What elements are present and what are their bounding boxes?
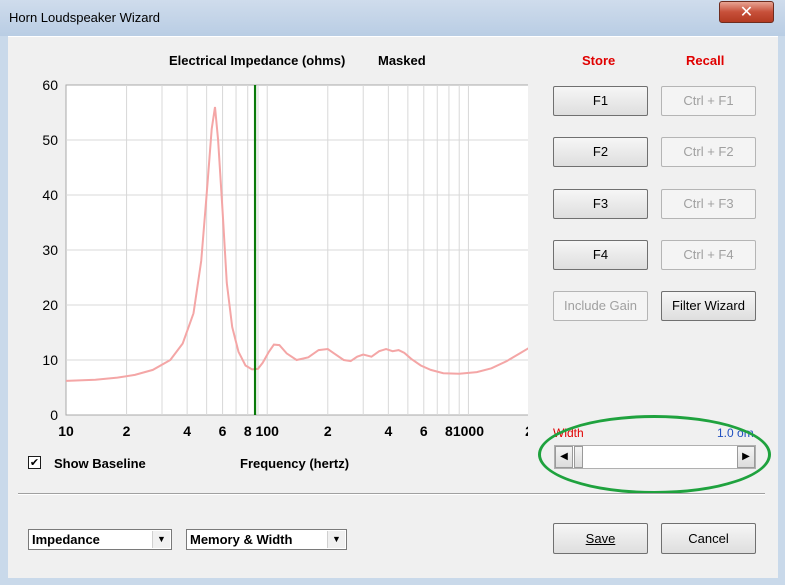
close-icon: ✕	[739, 2, 754, 21]
measure-dropdown[interactable]: Impedance ▼	[28, 529, 172, 550]
measure-dropdown-value: Impedance	[32, 532, 100, 547]
y-tick-label: 0	[50, 407, 58, 423]
x-tick-label: 1000	[453, 423, 484, 439]
recall-label: Recall	[686, 53, 725, 68]
store-f4-button[interactable]: F4	[553, 240, 648, 270]
filter-wizard-button[interactable]: Filter Wizard	[661, 291, 756, 321]
recall-f1-button[interactable]: Ctrl + F1	[661, 86, 756, 116]
x-tick-label: 2	[123, 423, 131, 439]
x-tick-label: 8	[445, 423, 453, 439]
y-tick-label: 50	[42, 132, 58, 148]
show-baseline-label[interactable]: Show Baseline	[54, 456, 146, 471]
highlight-ellipse	[538, 415, 771, 494]
separator-line	[18, 493, 765, 495]
show-baseline-checkbox[interactable]: ✔	[28, 456, 41, 469]
cancel-button[interactable]: Cancel	[661, 523, 756, 554]
x-tick-label: 100	[256, 423, 280, 439]
recall-f4-button[interactable]: Ctrl + F4	[661, 240, 756, 270]
dialog-body: Electrical Impedance (ohms) Masked 0 10 20…	[8, 37, 778, 578]
chart-title: Electrical Impedance (ohms)	[169, 53, 346, 68]
store-f1-button[interactable]: F1	[553, 86, 648, 116]
include-gain-button[interactable]: Include Gain	[553, 291, 648, 321]
y-tick-label: 60	[42, 77, 58, 93]
save-button[interactable]: Save	[553, 523, 648, 554]
window-title: Horn Loudspeaker Wizard	[9, 10, 161, 25]
x-tick-label: 6	[420, 423, 428, 439]
frequency-axis-label: Frequency (hertz)	[240, 456, 350, 471]
masked-label: Masked	[378, 53, 426, 68]
impedance-chart: 0102030405060102468100246810002	[42, 77, 528, 439]
x-tick-label: 6	[219, 423, 227, 439]
recall-f3-button[interactable]: Ctrl + F3	[661, 189, 756, 219]
store-label: Store	[582, 53, 616, 68]
y-tick-label: 20	[42, 297, 58, 313]
y-tick-label: 40	[42, 187, 58, 203]
mode-dropdown-value: Memory & Width	[190, 532, 293, 547]
x-tick-label: 2	[525, 423, 528, 439]
title-bar: Horn Loudspeaker Wizard ✕	[0, 0, 785, 36]
store-f2-button[interactable]: F2	[553, 137, 648, 167]
close-button[interactable]: ✕	[719, 1, 774, 23]
x-tick-label: 2	[324, 423, 332, 439]
chevron-down-icon[interactable]: ▼	[327, 531, 345, 548]
window-frame-right	[778, 36, 785, 585]
window-frame-left	[0, 36, 8, 585]
x-tick-label: 8	[244, 423, 252, 439]
checkmark-icon: ✔	[29, 456, 40, 469]
store-f3-button[interactable]: F3	[553, 189, 648, 219]
y-tick-label: 30	[42, 242, 58, 258]
x-tick-label: 4	[183, 423, 191, 439]
chevron-down-icon[interactable]: ▼	[152, 531, 170, 548]
y-tick-label: 10	[42, 352, 58, 368]
mode-dropdown[interactable]: Memory & Width ▼	[186, 529, 347, 550]
x-tick-label: 10	[58, 423, 74, 439]
x-tick-label: 4	[384, 423, 392, 439]
window-frame-bottom	[0, 578, 785, 585]
recall-f2-button[interactable]: Ctrl + F2	[661, 137, 756, 167]
